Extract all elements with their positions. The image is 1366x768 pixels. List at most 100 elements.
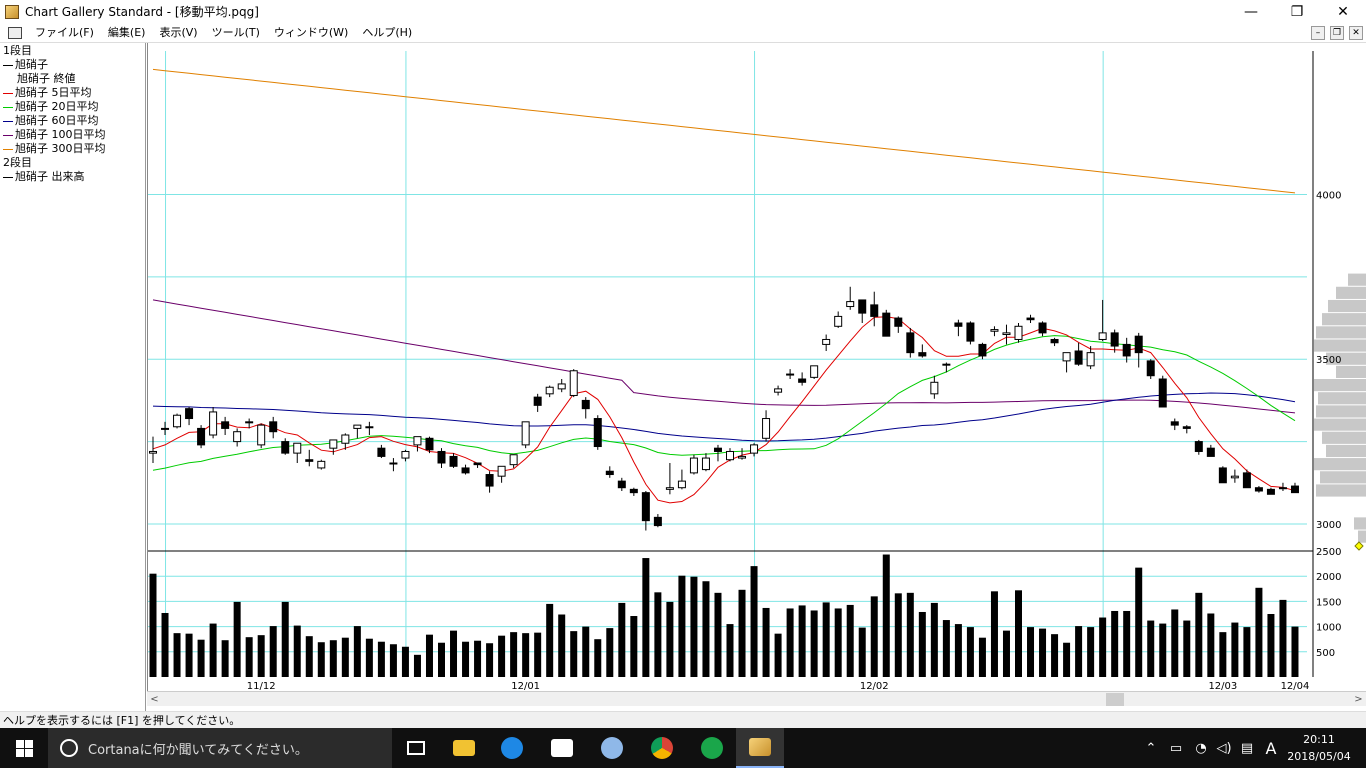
task-view-icon[interactable] <box>392 728 440 768</box>
candle-body <box>605 470 614 476</box>
volume-bar <box>738 589 746 677</box>
paint-icon[interactable] <box>588 728 636 768</box>
legend-item[interactable]: 旭硝子 終値 <box>17 72 76 86</box>
legend-item[interactable]: 旭硝子 <box>3 58 48 72</box>
tray-chevron-up-icon[interactable]: ⌃ <box>1140 728 1162 768</box>
battery-icon[interactable]: ▭ <box>1164 728 1188 768</box>
action-center-icon[interactable]: ▤ <box>1236 728 1258 768</box>
legend-item[interactable]: 旭硝子 出来高 <box>3 170 85 184</box>
mdi-minimize-button[interactable]: – <box>1311 26 1325 40</box>
volume-bar <box>474 640 482 677</box>
candle-body <box>1110 332 1119 347</box>
document-icon[interactable] <box>8 26 22 39</box>
menu-edit[interactable]: 編集(E) <box>101 23 153 43</box>
chart-gallery-taskbar-icon[interactable] <box>736 728 784 768</box>
candle-body <box>1086 352 1095 367</box>
menu-help[interactable]: ヘルプ(H) <box>355 23 419 43</box>
mdi-restore-button[interactable]: ❐ <box>1330 26 1344 40</box>
maximize-button[interactable]: ❐ <box>1274 0 1320 23</box>
legend-item[interactable]: 旭硝子 300日平均 <box>3 142 106 156</box>
edge-icon[interactable] <box>488 728 536 768</box>
volume-bar <box>546 603 554 677</box>
legend-item[interactable]: 旭硝子 60日平均 <box>3 114 99 128</box>
volume-bar <box>594 639 602 677</box>
volume-profile-bar <box>1336 286 1366 299</box>
clock[interactable]: 20:11 2018/05/04 <box>1284 731 1354 765</box>
volume-tick-label: 1000 <box>1316 623 1341 634</box>
candle-body <box>689 457 698 474</box>
volume-bar <box>365 638 373 677</box>
candle-body <box>1194 441 1203 452</box>
volume-profile-bar <box>1320 471 1366 484</box>
volume-bar <box>774 633 782 677</box>
volume-bar <box>1207 613 1215 677</box>
scroll-thumb[interactable] <box>1106 693 1124 706</box>
volume-bar <box>678 575 686 677</box>
candle-body <box>413 436 422 446</box>
volume-bar <box>293 625 301 677</box>
rakuten-rss-icon[interactable] <box>688 728 736 768</box>
cortana-search-box[interactable]: Cortanaに何か聞いてみてください。 <box>48 728 392 768</box>
scroll-left-arrow-icon[interactable]: < <box>147 692 162 707</box>
legend-item[interactable]: 旭硝子 100日平均 <box>3 128 106 142</box>
volume-tick-label: 500 <box>1316 648 1335 659</box>
chart-area[interactable]: 4000 3500 3000 2500 2000 1500 1000 500 11/12 12/0… <box>147 43 1366 691</box>
volume-bar <box>389 644 397 677</box>
candle-body <box>1146 360 1155 377</box>
volume-bar <box>1195 592 1203 677</box>
pane1-header[interactable]: 1段目 <box>3 44 32 58</box>
volume-bar <box>221 640 229 677</box>
volume-bar <box>450 630 458 677</box>
ime-indicator[interactable]: A <box>1260 728 1282 768</box>
candle-body <box>497 465 506 477</box>
minimize-button[interactable]: — <box>1228 0 1274 23</box>
menu-file[interactable]: ファイル(F) <box>28 23 101 43</box>
network-icon[interactable]: ◔ <box>1190 728 1212 768</box>
volume-bar <box>233 601 241 677</box>
volume-icon[interactable]: ◁) <box>1212 728 1236 768</box>
legend-item[interactable]: 旭硝子 20日平均 <box>3 100 99 114</box>
candle-body <box>545 386 554 395</box>
volume-bar <box>1135 567 1143 677</box>
volume-bar <box>149 573 157 677</box>
menu-tools[interactable]: ツール(T) <box>205 23 267 43</box>
price-tick-label: 3500 <box>1316 355 1341 366</box>
menu-window[interactable]: ウィンドウ(W) <box>267 23 355 43</box>
volume-bar <box>990 591 998 677</box>
chart-svg[interactable]: 4000 3500 3000 2500 2000 1500 1000 500 11/12 12/0… <box>147 43 1366 691</box>
candle-body <box>365 426 374 429</box>
menu-view[interactable]: 表示(V) <box>152 23 204 43</box>
start-button[interactable] <box>0 728 48 768</box>
volume-bar <box>209 623 217 677</box>
volume-bar <box>666 601 674 677</box>
candle-body <box>726 450 734 461</box>
candle-body <box>954 322 963 327</box>
chrome-icon[interactable] <box>638 728 686 768</box>
candle-body <box>665 487 674 490</box>
mdi-close-button[interactable]: ✕ <box>1349 26 1363 40</box>
store-icon[interactable] <box>538 728 586 768</box>
volume-bar <box>245 637 253 677</box>
volume-bar <box>966 627 974 677</box>
candle-body <box>653 516 662 527</box>
volume-profile-bar <box>1316 484 1366 497</box>
volume-bar <box>197 639 205 677</box>
scroll-right-arrow-icon[interactable]: > <box>1351 692 1366 707</box>
candle-body <box>425 437 434 451</box>
close-button[interactable]: ✕ <box>1320 0 1366 23</box>
volume-bar <box>1147 620 1155 677</box>
pane2-header[interactable]: 2段目 <box>3 156 32 170</box>
volume-bar <box>1159 623 1167 677</box>
candle-body <box>629 488 638 494</box>
volume-bar <box>173 633 181 677</box>
candle-body <box>846 301 855 308</box>
candle-body <box>1278 487 1287 490</box>
volume-bar <box>329 640 337 677</box>
volume-bar <box>1027 627 1035 677</box>
file-explorer-icon[interactable] <box>440 728 488 768</box>
candle-body <box>449 455 458 467</box>
legend-item[interactable]: 旭硝子 5日平均 <box>3 86 92 100</box>
volume-profile-bar <box>1322 431 1366 444</box>
volume-profile-bar <box>1318 392 1366 405</box>
horizontal-scrollbar[interactable]: < > <box>147 691 1366 706</box>
